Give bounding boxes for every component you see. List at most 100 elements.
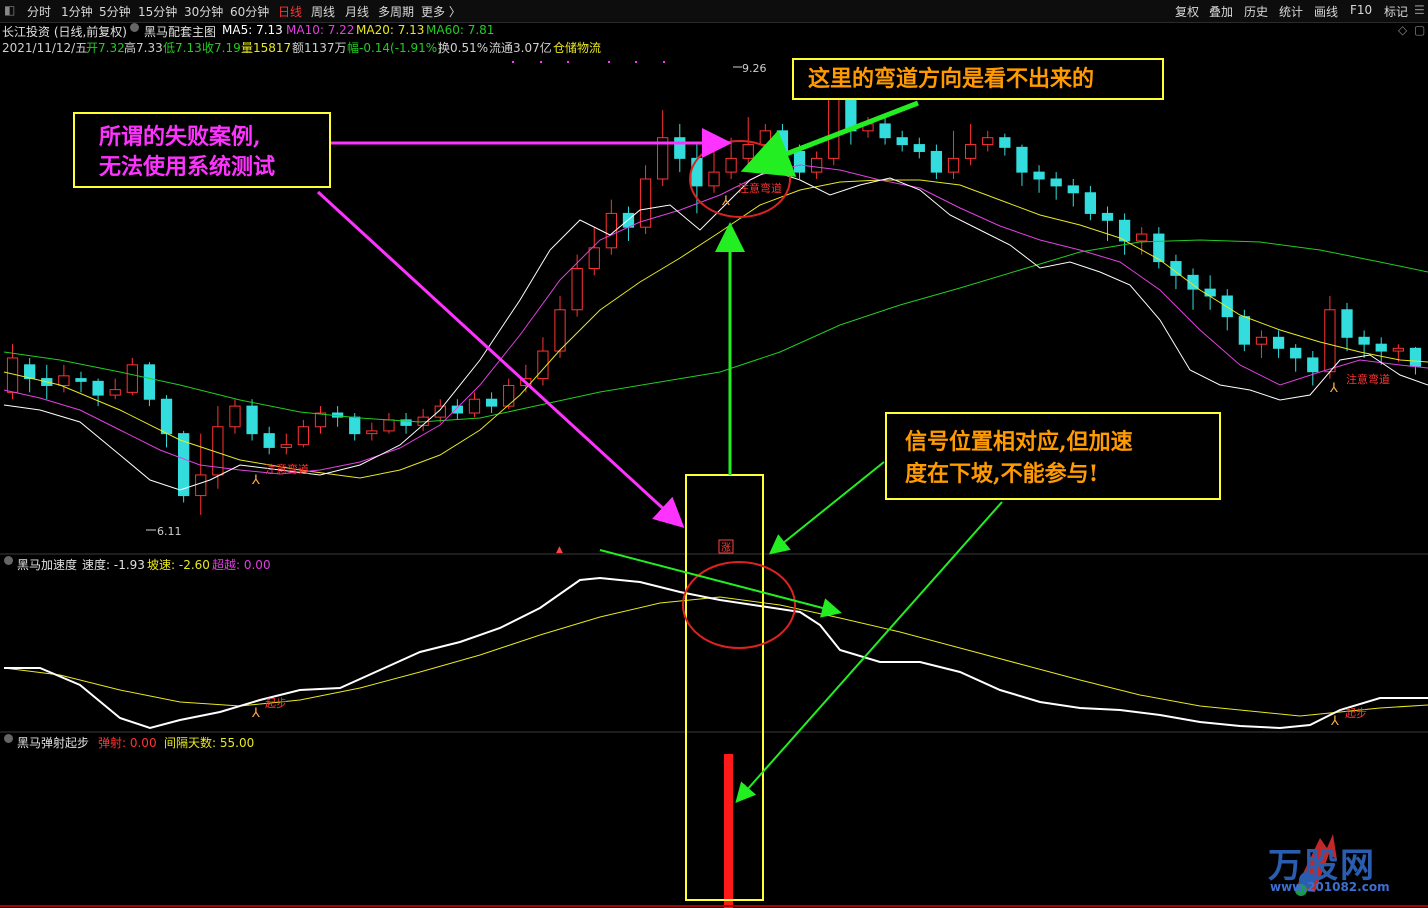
- candle-down: [1101, 212, 1114, 221]
- candle-up: [314, 412, 327, 428]
- signal-marker-icon-1: ⅄: [251, 473, 260, 488]
- note-failure-line1: 所谓的失败案例,: [99, 124, 261, 150]
- candle-up: [1255, 336, 1268, 345]
- candle-up: [571, 267, 583, 311]
- start-label-2: 起步: [1345, 707, 1367, 720]
- candle-up: [947, 157, 960, 173]
- triangle-marker-icon: ▲: [556, 545, 563, 555]
- launch-panel-title: 黑马弹射起步: [17, 736, 90, 750]
- candle-up: [280, 444, 292, 448]
- candle-down: [930, 150, 943, 173]
- speed-line: [4, 576, 1428, 730]
- candle-up: [109, 389, 121, 396]
- candle-down: [1170, 261, 1182, 276]
- start-label-1: 起步: [265, 697, 287, 710]
- candle-down: [143, 364, 156, 400]
- arrow-to-rise-badge: [768, 461, 885, 555]
- candle-down: [913, 144, 925, 152]
- candle-down: [1358, 336, 1370, 345]
- candle-up: [759, 130, 771, 146]
- candle-down: [1290, 347, 1302, 359]
- note-signal-line1: 信号位置相对应,但加速: [905, 429, 1133, 455]
- candle-up: [383, 419, 395, 432]
- candle-up: [195, 474, 207, 497]
- start-marker-icon-1: ⅄: [251, 706, 260, 721]
- candle-up: [964, 144, 977, 159]
- candle-down: [1067, 185, 1079, 194]
- candle-down: [160, 398, 173, 435]
- candle-up: [708, 171, 720, 187]
- candle-down: [674, 137, 686, 159]
- candle-down: [1221, 295, 1233, 318]
- signal-marker-icon-3: ⅄: [1329, 381, 1338, 396]
- candle-down: [349, 416, 361, 435]
- accel-settings-icon[interactable]: [4, 556, 13, 565]
- candle-down: [1238, 316, 1250, 345]
- arrow-to-signal-box: [316, 190, 685, 529]
- candle-down: [793, 150, 806, 173]
- watermark-url: www.201082.com: [1270, 880, 1390, 894]
- candle-up: [297, 426, 310, 446]
- low-price-label: 6.11: [157, 525, 182, 538]
- candle-down: [1050, 178, 1062, 187]
- top-dot-marks: [512, 61, 665, 63]
- candle-down: [1118, 219, 1131, 242]
- note-failure-line2: 无法使用系统测试: [99, 154, 276, 180]
- candle-down: [1272, 336, 1285, 349]
- candle-up: [503, 384, 515, 407]
- candle-down: [75, 378, 87, 382]
- candle-up: [468, 398, 481, 414]
- candle-up: [1136, 233, 1148, 242]
- candle-down: [1375, 343, 1387, 352]
- launch-interval-value: 间隔天数: 55.00: [164, 736, 255, 750]
- candle-down: [485, 398, 498, 407]
- candle-up: [1392, 347, 1404, 352]
- candle-up: [554, 309, 566, 352]
- start-marker-icon-2: ⅄: [1330, 714, 1339, 729]
- signal-label-3: 注意弯道: [1346, 372, 1390, 386]
- candle-down: [691, 157, 703, 187]
- accel-speed-value: 速度: -1.93: [82, 558, 145, 572]
- launch-settings-icon[interactable]: [4, 734, 13, 743]
- candle-up: [434, 405, 446, 418]
- accel-slope-value: 坡速: -2.60: [147, 558, 210, 572]
- candle-down: [776, 130, 789, 152]
- candle-down: [246, 405, 258, 435]
- candle-down: [178, 433, 190, 497]
- signal-label-2: 注意弯道: [738, 181, 782, 195]
- launch-value: 弹射: 0.00: [98, 736, 157, 750]
- slope-speed-line: [3, 596, 1428, 717]
- launch-signal-bar: [724, 754, 733, 908]
- candle-up: [126, 364, 138, 393]
- candle-down: [1204, 288, 1216, 297]
- accel-exceed-value: 超越: 0.00: [212, 558, 271, 572]
- candle-down: [1016, 146, 1028, 173]
- candle-up: [58, 375, 70, 386]
- candle-down: [263, 433, 275, 448]
- candle-down: [896, 137, 908, 146]
- candle-up: [742, 144, 754, 159]
- note-failure-case: 所谓的失败案例, 无法使用系统测试: [73, 112, 331, 188]
- candle-down: [24, 364, 36, 380]
- candle-down: [1084, 192, 1097, 214]
- candle-down: [999, 137, 1011, 148]
- accel-panel-header: 黑马加速度 速度: -1.93 坡速: -2.60 超越: 0.00: [0, 556, 600, 572]
- candle-up: [588, 247, 600, 269]
- candle-down: [1409, 347, 1422, 367]
- candle-up: [811, 157, 823, 173]
- note-signal-line2: 度在下坡,不能参与!: [905, 461, 1099, 487]
- rise-badge-label: 涨: [721, 542, 731, 554]
- candle-up: [229, 405, 241, 428]
- high-price-label: 9.26: [742, 62, 767, 75]
- candle-down: [1033, 171, 1045, 180]
- accel-panel-title: 黑马加速度: [17, 558, 78, 572]
- signal-marker-icon-2: ⅄: [721, 194, 730, 209]
- candle-up: [725, 157, 737, 173]
- launch-panel-header: 黑马弹射起步 弹射: 0.00 间隔天数: 55.00: [0, 734, 600, 750]
- signal-label-1: 注意弯道: [265, 462, 309, 476]
- candle-down: [92, 380, 104, 396]
- candle-down: [1307, 357, 1319, 373]
- note-curve-direction: 这里的弯道方向是看不出来的: [792, 58, 1164, 100]
- candle-down: [1341, 309, 1353, 338]
- note-signal-position: 信号位置相对应,但加速 度在下坡,不能参与!: [885, 412, 1221, 500]
